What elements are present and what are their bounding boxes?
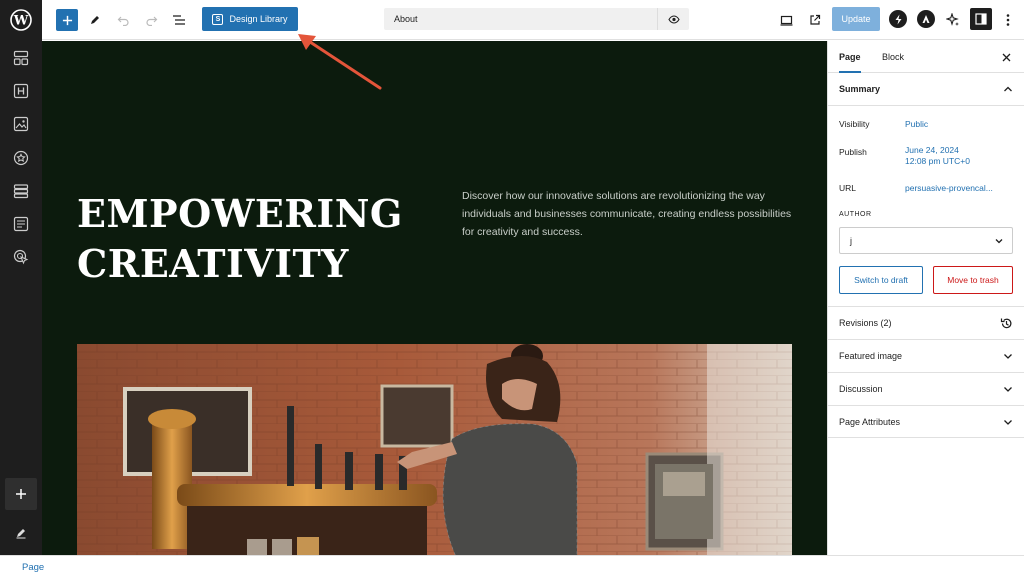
switch-to-draft-button[interactable]: Switch to draft [839,266,923,294]
plus-icon [62,15,72,25]
hero-heading[interactable]: EMPOWERING CREATIVITY [77,189,403,289]
hero-heading-line-2: CREATIVITY [77,241,349,286]
summary-title: Summary [839,84,881,94]
design-library-button[interactable]: S Design Library [202,7,298,31]
post-content-icon[interactable] [0,207,42,241]
revisions-section[interactable]: Revisions (2) [828,306,1024,339]
settings-sidebar-toggle-icon[interactable] [970,8,992,30]
hero-paragraph[interactable]: Discover how our innovative solutions ar… [462,187,797,241]
bartender-photo[interactable] [77,344,792,555]
summary-section-header[interactable]: Summary [828,73,1024,106]
page-attributes-section[interactable]: Page Attributes [828,405,1024,438]
cursor-target-icon[interactable] [0,240,42,274]
settings-panel: Page Block Summary Visibility Public Pub… [827,41,1024,555]
editor-footer: Page [0,555,1024,579]
plus-icon [16,489,26,499]
top-toolbar: S Design Library About Update [42,0,1024,40]
astra-plugin-icon[interactable] [917,10,935,28]
document-title-bar[interactable]: About [384,8,689,30]
featured-image-title: Featured image [839,351,903,361]
author-label: AUTHOR [839,211,872,218]
editor-canvas[interactable]: EMPOWERING CREATIVITY Discover how our i… [42,41,827,555]
chevron-down-icon [1004,420,1012,425]
undo-icon[interactable] [114,8,132,32]
discussion-title: Discussion [839,384,883,394]
add-block-sidebar-button[interactable] [5,478,37,510]
hero-heading-line-1: EMPOWERING [77,191,403,236]
revisions-title: Revisions (2) [839,318,892,328]
preview-eye-icon[interactable] [657,8,689,30]
heading-block-icon[interactable] [0,74,42,108]
history-icon [1000,318,1012,329]
visibility-value-link[interactable]: Public [905,119,928,130]
breadcrumb-page[interactable]: Page [22,556,44,579]
desktop-preview-icon[interactable] [777,8,795,32]
bolt-plugin-icon[interactable] [889,10,907,28]
svg-text:W: W [13,14,29,29]
page-attributes-title: Page Attributes [839,417,901,427]
url-value-link[interactable]: persuasive-provencal... [905,183,993,194]
chevron-down-icon [1004,387,1012,392]
update-button[interactable]: Update [832,7,880,31]
image-block-icon[interactable] [0,107,42,141]
tab-page[interactable]: Page [839,41,861,73]
author-select[interactable]: j [839,227,1013,254]
move-to-trash-button[interactable]: Move to trash [933,266,1013,294]
publish-date-link[interactable]: June 24, 2024 12:08 pm UTC+0 [905,145,970,167]
visibility-label: Visibility [839,119,870,129]
document-title: About [394,14,418,24]
tab-block[interactable]: Block [882,41,904,73]
patterns-icon[interactable] [0,41,42,75]
design-library-label: Design Library [229,14,288,24]
url-label: URL [839,183,857,193]
publish-label: Publish [839,147,867,157]
document-overview-icon[interactable] [170,8,188,32]
panel-tabs: Page Block [828,41,1024,73]
star-badge-icon[interactable] [0,141,42,175]
ai-sparkle-icon[interactable] [944,8,962,32]
editor-app: W S Design Library About Update EMPOWERI… [0,0,1024,579]
more-options-icon[interactable] [1002,8,1014,32]
left-sidebar: W [0,0,42,555]
publish-date: June 24, 2024 [905,145,959,155]
stackable-icon: S [212,13,224,25]
wordpress-logo-icon[interactable]: W [0,0,42,40]
redo-icon[interactable] [142,8,160,32]
chevron-down-icon [1004,354,1012,359]
view-page-external-icon[interactable] [806,8,824,32]
tools-pen-icon[interactable] [86,8,104,32]
featured-image-section[interactable]: Featured image [828,339,1024,372]
close-icon[interactable] [997,41,1015,73]
rows-layout-icon[interactable] [0,174,42,208]
edit-pencil-icon[interactable] [0,516,42,550]
publish-time: 12:08 pm UTC+0 [905,156,970,166]
chevron-down-icon [995,239,1003,244]
author-value: j [850,236,852,246]
block-inserter-button[interactable] [56,9,78,31]
chevron-up-icon [1004,86,1012,92]
discussion-section[interactable]: Discussion [828,372,1024,405]
